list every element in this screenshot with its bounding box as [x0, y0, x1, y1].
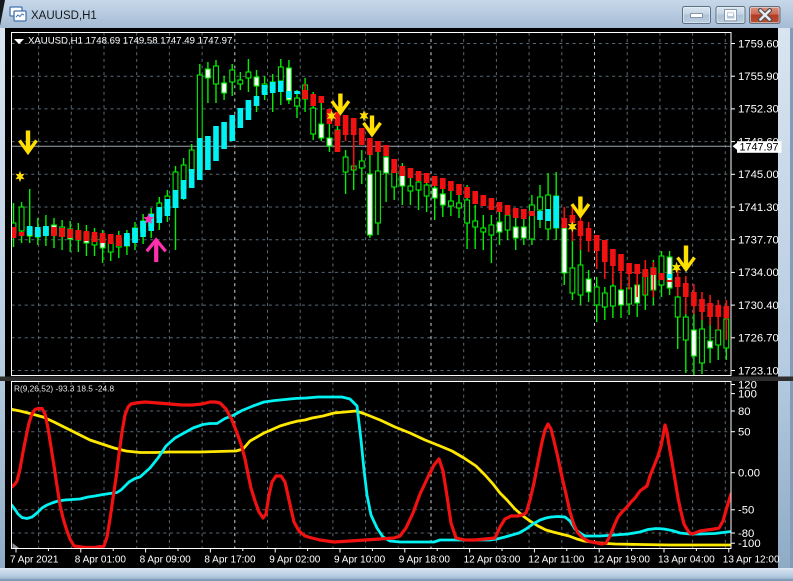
svg-text:XAUUSD,H1: XAUUSD,H1 [31, 10, 97, 22]
svg-text:9 Apr 02:00: 9 Apr 02:00 [269, 555, 321, 566]
svg-text:12 Apr 03:00: 12 Apr 03:00 [464, 555, 521, 566]
svg-text:1734.00: 1734.00 [738, 267, 779, 279]
svg-text:R(9,26,52) -93.3 18.5 -24.8: R(9,26,52) -93.3 18.5 -24.8 [14, 384, 114, 394]
svg-text:-100: -100 [738, 538, 761, 550]
svg-text:9 Apr 18:00: 9 Apr 18:00 [399, 555, 451, 566]
svg-text:8 Apr 17:00: 8 Apr 17:00 [204, 555, 256, 566]
svg-text:8 Apr 01:00: 8 Apr 01:00 [75, 555, 127, 566]
svg-text:1745.00: 1745.00 [738, 169, 779, 181]
svg-text:12 Apr 19:00: 12 Apr 19:00 [593, 555, 650, 566]
svg-text:1723.10: 1723.10 [738, 365, 779, 377]
svg-text:0.00: 0.00 [738, 468, 760, 480]
svg-text:8 Apr 09:00: 8 Apr 09:00 [140, 555, 192, 566]
svg-text:50: 50 [738, 427, 751, 439]
svg-text:1730.40: 1730.40 [738, 300, 779, 312]
svg-text:1747.97: 1747.97 [740, 142, 779, 154]
svg-text:100: 100 [738, 388, 757, 400]
svg-text:13 Apr 12:00: 13 Apr 12:00 [723, 555, 780, 566]
svg-text:1752.30: 1752.30 [738, 104, 779, 116]
svg-text:1737.70: 1737.70 [738, 235, 779, 247]
svg-text:1726.70: 1726.70 [738, 333, 779, 345]
svg-text:7 Apr 2021: 7 Apr 2021 [10, 555, 59, 566]
svg-text:1759.60: 1759.60 [738, 38, 779, 50]
svg-text:9 Apr 10:00: 9 Apr 10:00 [334, 555, 386, 566]
svg-text:13 Apr 04:00: 13 Apr 04:00 [658, 555, 715, 566]
svg-text:-50: -50 [738, 505, 754, 517]
svg-text:12 Apr 11:00: 12 Apr 11:00 [528, 555, 584, 566]
svg-text:1755.90: 1755.90 [738, 71, 779, 83]
svg-text:1741.30: 1741.30 [738, 202, 779, 214]
svg-text:80: 80 [738, 406, 751, 418]
svg-text:XAUUSD,H1 1748.69 1749.58 174: XAUUSD,H1 1748.69 1749.58 1747.49 1747.9… [28, 36, 232, 47]
